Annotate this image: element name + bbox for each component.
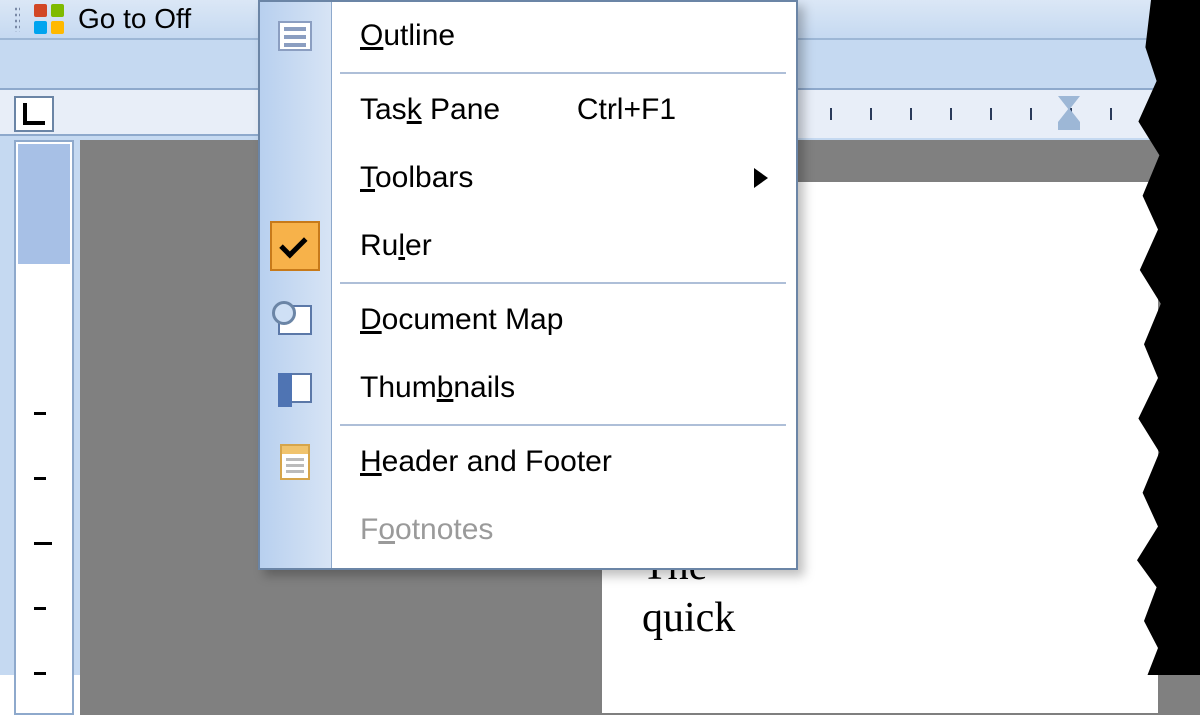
menu-item-toolbars[interactable]: Toolbars xyxy=(260,144,796,212)
menu-item-outline[interactable]: Outline xyxy=(260,2,796,70)
app-window: Go to Off The· quick brow The· quick xyxy=(0,0,1200,675)
menu-item-label: Task Pane xyxy=(360,93,500,127)
view-menu-dropdown: Outline Task Pane Ctrl+F1 Toolbars Ruler… xyxy=(258,0,798,570)
indent-marker[interactable] xyxy=(1058,96,1080,132)
go-to-office-button[interactable]: Go to Off xyxy=(78,3,191,35)
menu-separator xyxy=(340,424,786,426)
menu-item-task-pane[interactable]: Task Pane Ctrl+F1 xyxy=(260,76,796,144)
ruler-ticks xyxy=(780,90,1200,138)
menu-item-label: Footnotes xyxy=(360,513,493,547)
menu-separator xyxy=(340,72,786,74)
menu-item-document-map[interactable]: Document Map xyxy=(260,286,796,354)
office-logo-icon[interactable] xyxy=(34,4,64,34)
thumbnails-icon xyxy=(270,363,320,413)
document-text-line: quick xyxy=(642,592,1158,645)
menu-item-label: Outline xyxy=(360,19,455,53)
menu-item-footnotes: Footnotes xyxy=(260,496,796,564)
tab-selector[interactable] xyxy=(14,96,54,132)
header-footer-icon xyxy=(270,437,320,487)
menu-separator xyxy=(340,282,786,284)
menu-item-label: Toolbars xyxy=(360,161,473,195)
checkmark-icon xyxy=(270,221,320,271)
menu-item-label: Header and Footer xyxy=(360,445,612,479)
outline-icon xyxy=(270,11,320,61)
menu-item-label: Document Map xyxy=(360,303,563,337)
menu-item-label: Thumbnails xyxy=(360,371,515,405)
submenu-arrow-icon xyxy=(754,168,768,188)
menu-item-thumbnails[interactable]: Thumbnails xyxy=(260,354,796,422)
menu-item-header-footer[interactable]: Header and Footer xyxy=(260,428,796,496)
toolbar-grip[interactable] xyxy=(14,6,20,32)
menu-item-ruler[interactable]: Ruler xyxy=(260,212,796,280)
menu-item-label: Ruler xyxy=(360,229,432,263)
ruler-vertical[interactable] xyxy=(14,140,74,715)
menu-item-shortcut: Ctrl+F1 xyxy=(577,93,676,127)
document-map-icon xyxy=(270,295,320,345)
